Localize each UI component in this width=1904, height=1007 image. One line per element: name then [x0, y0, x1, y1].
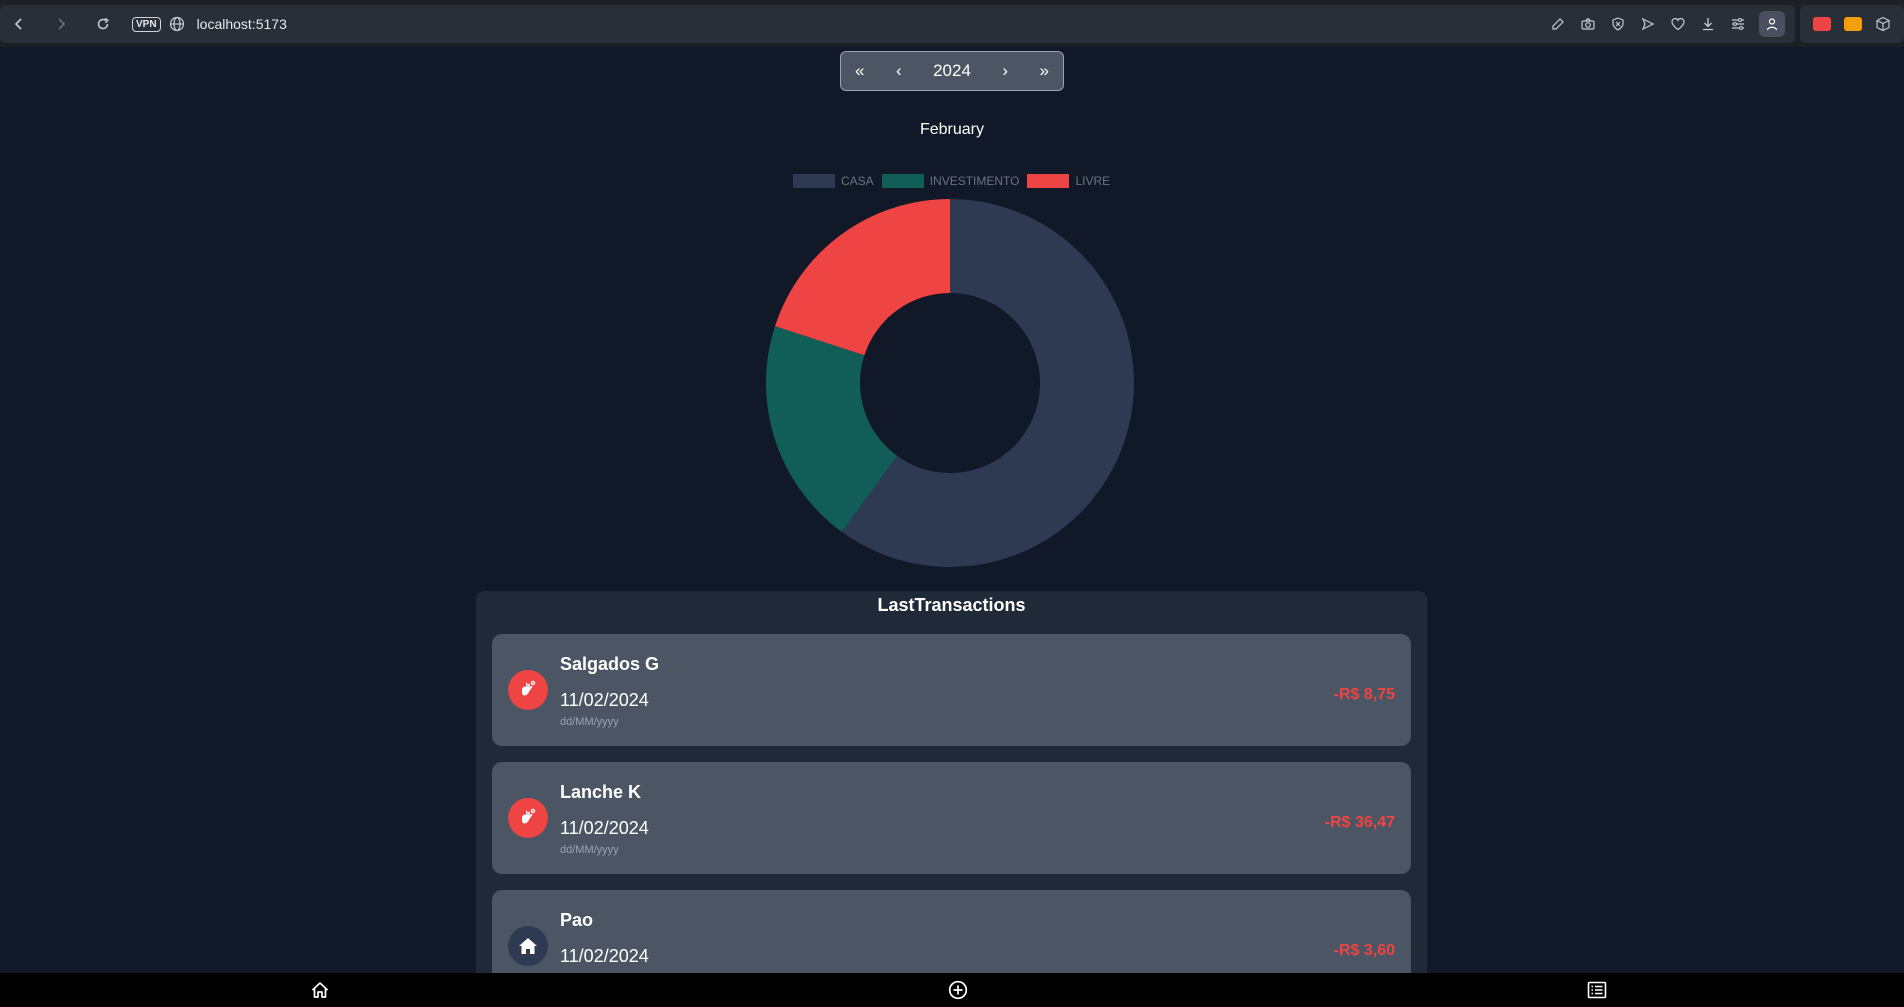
year-label: 2024 [933, 61, 971, 80]
transaction-date: 11/02/2024 [560, 690, 649, 710]
list-icon [1587, 981, 1607, 999]
settings-sliders-icon[interactable] [1729, 15, 1747, 33]
chevron-right-icon [58, 18, 66, 30]
shield-icon[interactable] [1609, 15, 1627, 33]
extensions-strip [1800, 5, 1904, 43]
prev-page-button[interactable]: ‹ [896, 61, 902, 81]
folder-extension-icon[interactable] [1843, 17, 1862, 31]
address-bar-strip: VPN localhost:5173 [0, 5, 1795, 43]
transaction-name: Lanche K [560, 782, 642, 802]
browser-toolbar: VPN localhost:5173 [0, 0, 1904, 47]
transaction-date: 11/02/2024 [560, 946, 649, 966]
legend-label: LIVRE [1075, 174, 1111, 188]
doughnut-chart [766, 199, 1134, 567]
profile-button[interactable] [1759, 11, 1785, 37]
transaction-avatar [508, 798, 548, 838]
transactions-list-button[interactable] [1586, 979, 1608, 1001]
bottom-nav [0, 973, 1904, 1007]
month-title: February [919, 121, 985, 138]
transaction-name: Pao [560, 910, 594, 930]
legend-label: CASA [841, 174, 874, 188]
transaction-avatar [508, 926, 548, 966]
last-page-button[interactable]: » [1040, 61, 1049, 81]
transaction-name: Salgados G [560, 654, 660, 674]
forward-button[interactable] [48, 11, 74, 37]
download-icon[interactable] [1699, 15, 1717, 33]
legend-label: INVESTIMENTO [929, 174, 1020, 188]
plus-circle-icon [948, 980, 968, 1000]
youtube-extension-icon[interactable] [1812, 17, 1831, 31]
legend-swatch [1027, 174, 1070, 188]
transaction-card[interactable]: Salgados G 11/02/2024 dd/MM/yyyy -R$ 8,7… [492, 634, 1411, 746]
next-page-button[interactable]: › [1002, 61, 1008, 81]
home-icon [311, 982, 329, 998]
first-page-button[interactable]: « [855, 61, 864, 81]
chart-legend: CASA INVESTIMENTO LIVRE [793, 174, 1110, 188]
legend-item-investimento[interactable]: INVESTIMENTO [881, 174, 1020, 188]
edit-icon[interactable] [1549, 15, 1567, 33]
legend-swatch [793, 174, 835, 188]
chevron-left-icon [14, 18, 22, 30]
legend-item-livre[interactable]: LIVRE [1027, 174, 1110, 188]
reload-icon [97, 17, 109, 30]
transaction-amount: -R$ 8,75 [1333, 686, 1395, 703]
vpn-badge[interactable]: VPN [132, 16, 161, 32]
url-field[interactable]: localhost:5173 [197, 16, 287, 32]
transaction-date-format: dd/MM/yyyy [560, 716, 619, 728]
house-icon [519, 938, 537, 954]
box-extension-icon[interactable] [1875, 16, 1891, 32]
send-icon[interactable] [1639, 15, 1657, 33]
globe-icon [169, 16, 184, 32]
transaction-amount: -R$ 36,47 [1324, 814, 1395, 831]
back-button[interactable] [6, 11, 32, 37]
transaction-date-format: dd/MM/yyyy [560, 844, 619, 856]
transaction-date: 11/02/2024 [560, 818, 649, 838]
snack-hand-icon [522, 808, 536, 824]
transaction-avatar [508, 670, 548, 710]
heart-icon[interactable] [1669, 15, 1687, 33]
snack-hand-icon [522, 680, 536, 696]
add-transaction-button[interactable] [947, 979, 969, 1001]
reload-button[interactable] [90, 11, 116, 37]
donut-slice-livre[interactable] [775, 199, 950, 356]
year-pager: « ‹ 2024 › » [840, 51, 1064, 91]
camera-icon[interactable] [1579, 15, 1597, 33]
legend-item-casa[interactable]: CASA [793, 174, 874, 188]
user-icon [1766, 18, 1778, 31]
home-button[interactable] [309, 979, 331, 1001]
legend-swatch [881, 174, 924, 188]
transactions-title: LastTransactions [877, 595, 1026, 615]
last-transactions-panel: LastTransactions Salgados G 11/02/2024 d… [476, 591, 1427, 1007]
transaction-card[interactable]: Lanche K 11/02/2024 dd/MM/yyyy -R$ 36,47 [492, 762, 1411, 874]
transaction-amount: -R$ 3,60 [1333, 942, 1395, 959]
toolbar-icons [1549, 11, 1795, 37]
